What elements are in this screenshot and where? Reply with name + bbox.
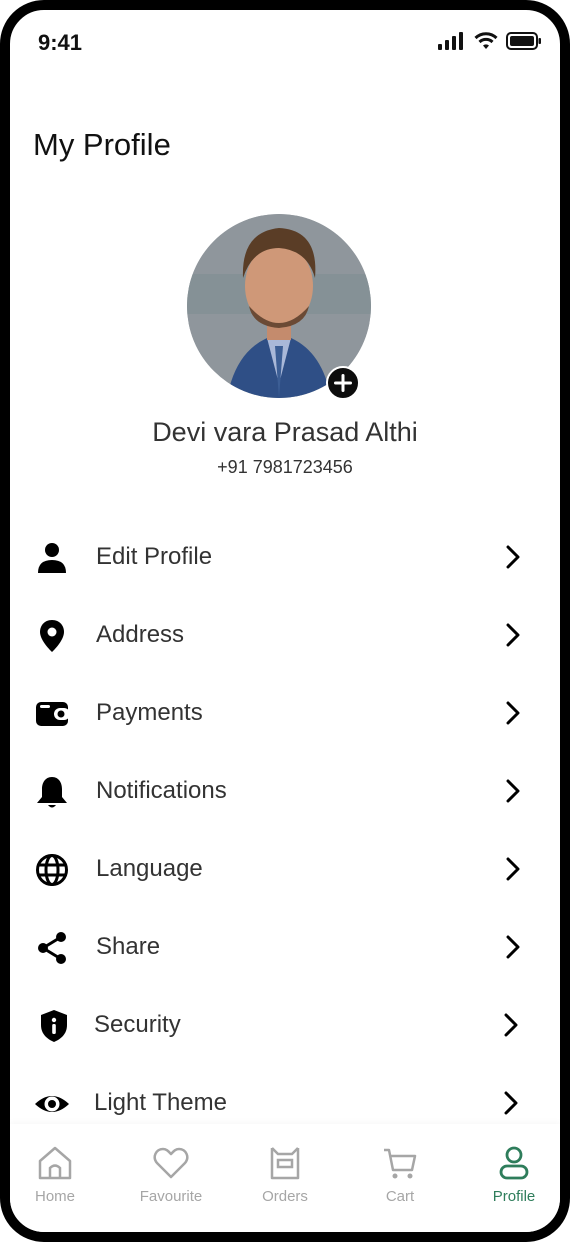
home-icon [38,1146,72,1180]
location-pin-icon [40,620,64,652]
menu-item-notifications[interactable]: Notifications [10,752,560,830]
wifi-icon [474,32,498,49]
chevron-right-icon [506,545,520,569]
tab-favourite[interactable]: Favourite [121,1144,221,1205]
menu-item-label: Light Theme [94,1089,227,1116]
profile-name: Devi vara Prasad Althi [152,417,418,447]
phone-frame: 9:41 My Profile Devi vara Prasad Althi +… [0,0,570,1242]
menu-item-edit-profile[interactable]: Edit Profile [10,518,560,596]
chevron-right-icon [504,1013,518,1037]
menu-item-language[interactable]: Language [10,830,560,908]
tab-label: Orders [262,1188,308,1205]
menu-item-share[interactable]: Share [10,908,560,986]
cart-icon [384,1148,417,1179]
bell-icon [37,777,67,808]
box-icon [270,1147,300,1180]
signal-icon [438,32,463,50]
battery-icon [506,32,541,50]
chevron-right-icon [506,779,520,803]
tab-orders[interactable]: Orders [235,1144,335,1205]
settings-menu: Edit Profile Address Payments Notificati… [10,518,560,1142]
profile-icon [499,1146,529,1180]
page-title: My Profile [33,127,171,162]
chevron-right-icon [506,857,520,881]
shield-icon [41,1010,67,1042]
tab-label: Profile [492,1188,536,1205]
chevron-right-icon [504,1091,518,1115]
menu-item-label: Language [96,855,203,882]
tab-cart[interactable]: Cart [350,1144,450,1205]
menu-item-label: Security [94,1011,181,1038]
menu-item-payments[interactable]: Payments [10,674,560,752]
tab-profile[interactable]: Profile [464,1144,560,1205]
status-time: 9:41 [38,30,83,55]
status-bar: 9:41 [10,10,560,70]
bottom-tab-bar: Home Favourite Orders Cart Profile [10,1124,560,1232]
globe-icon [36,854,68,886]
menu-item-label: Edit Profile [96,543,213,570]
menu-item-label: Address [96,621,185,648]
plus-icon [334,374,352,392]
tab-label: Cart [385,1188,415,1205]
menu-item-label: Share [96,933,161,960]
chevron-right-icon [506,701,520,725]
menu-item-label: Notifications [96,777,227,804]
menu-item-label: Payments [96,699,203,726]
wallet-icon [36,702,70,726]
chevron-right-icon [506,935,520,959]
add-photo-button[interactable] [326,366,360,400]
eye-icon [35,1096,69,1112]
chevron-right-icon [506,623,520,647]
tab-home[interactable]: Home [10,1144,105,1205]
status-icons [438,32,542,50]
tab-label: Favourite [139,1188,203,1205]
menu-item-address[interactable]: Address [10,596,560,674]
heart-icon [153,1147,189,1179]
menu-item-security[interactable]: Security [10,986,560,1064]
tab-label: Home [34,1188,75,1205]
person-icon [38,543,66,573]
share-icon [38,932,66,964]
profile-phone: +91 7981723456 [217,457,353,477]
